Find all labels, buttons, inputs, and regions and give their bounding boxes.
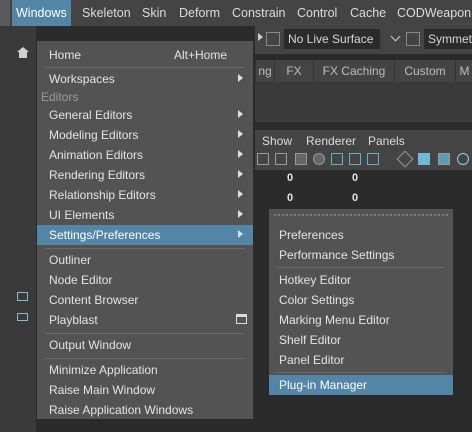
shelf-tab-fx-caching[interactable]: FX Caching bbox=[313, 60, 394, 82]
menu-separator bbox=[277, 372, 445, 373]
menu-constrain[interactable]: Constrain bbox=[232, 0, 286, 26]
tear-off-handle[interactable] bbox=[273, 213, 449, 217]
lighting-icon[interactable] bbox=[457, 153, 469, 165]
content-browser-shelf-icon[interactable] bbox=[17, 292, 28, 301]
menu-skin[interactable]: Skin bbox=[142, 0, 166, 26]
submenu-item-panel-editor[interactable]: Panel Editor bbox=[269, 350, 453, 370]
menu-item-raise-main-window[interactable]: Raise Main Window bbox=[37, 380, 253, 400]
menu-item-relationship-editors[interactable]: Relationship Editors bbox=[37, 185, 253, 205]
shelf-tab-custom[interactable]: Custom bbox=[394, 60, 455, 82]
magnet-icon[interactable] bbox=[266, 32, 280, 46]
menu-deform[interactable]: Deform bbox=[179, 0, 220, 26]
live-surface-field[interactable]: No Live Surface bbox=[284, 29, 380, 49]
menu-item-outliner[interactable]: Outliner bbox=[37, 250, 253, 270]
submenu-arrow-icon bbox=[238, 190, 243, 198]
panel-menu-panels[interactable]: Panels bbox=[368, 130, 405, 152]
resolution-gate-icon[interactable] bbox=[295, 153, 307, 165]
menu-item-animation-editors[interactable]: Animation Editors bbox=[37, 145, 253, 165]
menubar-left-edge bbox=[0, 0, 10, 26]
menu-item-content-browser[interactable]: Content Browser bbox=[37, 290, 253, 310]
safe-action-icon[interactable] bbox=[349, 153, 361, 165]
submenu-item-plugin-manager[interactable]: Plug-in Manager bbox=[269, 375, 453, 395]
shelf-tab-more[interactable]: M bbox=[455, 60, 472, 82]
menu-item-home[interactable]: Home Alt+Home bbox=[37, 45, 253, 65]
field-chart-icon[interactable] bbox=[331, 153, 343, 165]
menu-item-ui-elements[interactable]: UI Elements bbox=[37, 205, 253, 225]
shaded-cube-icon[interactable] bbox=[418, 153, 430, 165]
gate-mask-icon[interactable] bbox=[313, 153, 325, 165]
symmetry-field[interactable]: Symmetri bbox=[424, 29, 472, 49]
value-readout: 0 bbox=[287, 192, 294, 204]
menu-item-workspaces[interactable]: Workspaces bbox=[37, 69, 253, 89]
menu-cache[interactable]: Cache bbox=[350, 0, 386, 26]
menu-separator bbox=[45, 248, 245, 249]
textured-icon[interactable] bbox=[438, 153, 450, 165]
section-label-editors: Editors bbox=[41, 90, 79, 104]
windows-menu: Home Alt+Home Workspaces Editors General … bbox=[17, 40, 254, 420]
submenu-item-performance-settings[interactable]: Performance Settings bbox=[269, 245, 453, 265]
menu-codweapon[interactable]: CODWeaponPr bbox=[397, 0, 472, 26]
submenu-item-color-settings[interactable]: Color Settings bbox=[269, 290, 453, 310]
submenu-item-marking-menu-editor[interactable]: Marking Menu Editor bbox=[269, 310, 453, 330]
submenu-item-hotkey-editor[interactable]: Hotkey Editor bbox=[269, 270, 453, 290]
menu-separator bbox=[277, 267, 445, 268]
submenu-arrow-icon bbox=[238, 150, 243, 158]
panel-menu-renderer[interactable]: Renderer bbox=[306, 130, 356, 152]
shelf-area bbox=[255, 82, 472, 122]
menu-separator bbox=[45, 358, 245, 359]
submenu-item-shelf-editor[interactable]: Shelf Editor bbox=[269, 330, 453, 350]
menu-windows[interactable]: Windows bbox=[12, 0, 71, 26]
submenu-arrow-icon bbox=[238, 130, 243, 138]
menu-skeleton[interactable]: Skeleton bbox=[82, 0, 131, 26]
menu-item-general-editors[interactable]: General Editors bbox=[37, 105, 253, 125]
shelf-tab-fx[interactable]: FX bbox=[274, 60, 313, 82]
grid-icon[interactable] bbox=[257, 153, 269, 165]
menu-item-rendering-editors[interactable]: Rendering Editors bbox=[37, 165, 253, 185]
toolbar-arrow-icon bbox=[258, 33, 263, 41]
submenu-arrow-icon bbox=[238, 210, 243, 218]
menu-item-node-editor[interactable]: Node Editor bbox=[37, 270, 253, 290]
menu-item-playblast[interactable]: Playblast bbox=[37, 310, 253, 330]
submenu-arrow-icon bbox=[238, 110, 243, 118]
menu-item-output-window[interactable]: Output Window bbox=[37, 335, 253, 355]
left-panel bbox=[0, 26, 36, 432]
menu-control[interactable]: Control bbox=[297, 0, 337, 26]
menu-separator bbox=[45, 333, 245, 334]
option-box-icon[interactable] bbox=[236, 314, 247, 324]
value-readout: 0 bbox=[287, 172, 294, 184]
shelf-tab-rendering[interactable]: ng bbox=[255, 60, 274, 82]
playblast-shelf-icon[interactable] bbox=[17, 313, 28, 321]
submenu-arrow-icon bbox=[238, 230, 243, 238]
film-gate-icon[interactable] bbox=[275, 153, 287, 165]
value-readout: 0 bbox=[352, 192, 359, 204]
home-icon bbox=[17, 47, 29, 58]
menu-item-raise-application-windows[interactable]: Raise Application Windows bbox=[37, 400, 253, 420]
menu-item-modeling-editors[interactable]: Modeling Editors bbox=[37, 125, 253, 145]
symmetry-icon[interactable] bbox=[406, 32, 420, 46]
menu-separator bbox=[45, 67, 245, 68]
home-shortcut: Alt+Home bbox=[173, 48, 227, 62]
submenu-arrow-icon bbox=[238, 170, 243, 178]
panel-menu-show[interactable]: Show bbox=[262, 130, 292, 152]
settings-preferences-submenu: Preferences Performance Settings Hotkey … bbox=[268, 208, 454, 395]
menu-item-settings-preferences[interactable]: Settings/Preferences bbox=[37, 225, 253, 245]
submenu-arrow-icon bbox=[238, 74, 243, 82]
submenu-item-preferences[interactable]: Preferences bbox=[269, 225, 453, 245]
safe-title-icon[interactable] bbox=[367, 153, 379, 165]
value-readout: 0 bbox=[352, 172, 359, 184]
menu-item-minimize-application[interactable]: Minimize Application bbox=[37, 360, 253, 380]
